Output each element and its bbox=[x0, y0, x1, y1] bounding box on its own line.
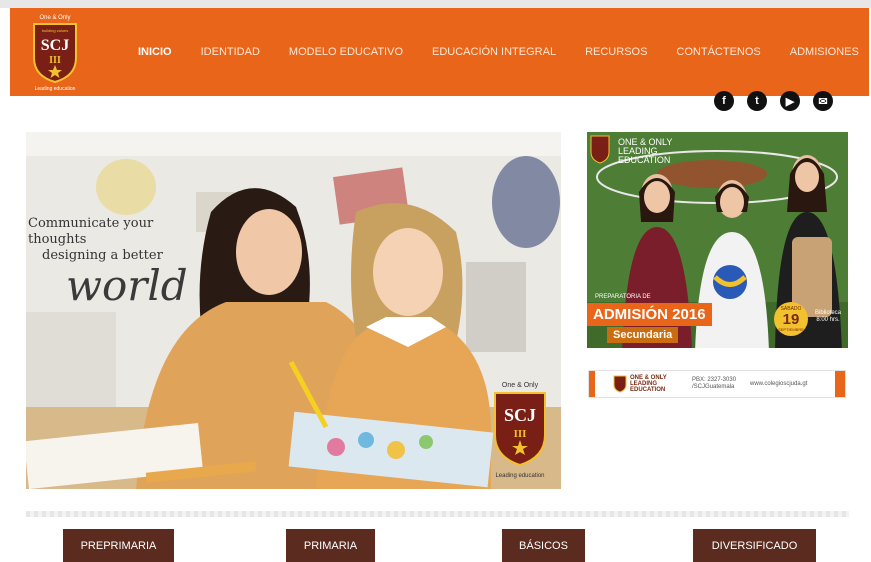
logo-tagline: Leading education bbox=[35, 86, 76, 92]
svg-text:III: III bbox=[514, 428, 527, 440]
admission-ad-date: SÁBADO 19 SEPTIEMBRE bbox=[774, 302, 808, 336]
main-navigation: INICIO IDENTIDAD MODELO EDUCATIVO EDUCAC… bbox=[138, 8, 871, 96]
admission-ad-subtitle: Secundaria bbox=[607, 327, 679, 343]
hero-crest-badge: One & Only SCJ III Leading education bbox=[494, 382, 546, 479]
hero-tagline: Communicate your thoughts designing a be… bbox=[28, 216, 208, 308]
admission-ad-date-day: 19 bbox=[782, 311, 800, 328]
logo-monogram: SCJ bbox=[41, 37, 69, 54]
admission-ad[interactable]: ONE & ONLY LEADING EDUCATION PREPARATORI… bbox=[587, 132, 848, 348]
twitter-icon[interactable]: t bbox=[747, 91, 767, 111]
nav-item-admisiones[interactable]: ADMISIONES bbox=[790, 46, 859, 58]
browser-top-strip bbox=[0, 0, 871, 8]
logo-top-text: One & Only bbox=[39, 15, 70, 21]
admission-ad-header: ONE & ONLY LEADING EDUCATION bbox=[614, 138, 678, 165]
contact-banner[interactable]: ONE & ONLY LEADING EDUCATION PBX: 2327-3… bbox=[588, 370, 846, 398]
hero-tagline-line-1: Communicate your thoughts bbox=[28, 216, 154, 247]
nav-item-identidad[interactable]: IDENTIDAD bbox=[201, 46, 260, 58]
banner-brand: ONE & ONLY LEADING EDUCATION bbox=[630, 375, 667, 393]
level-button-preprimaria[interactable]: PREPRIMARIA bbox=[63, 529, 174, 562]
email-icon[interactable]: ✉ bbox=[813, 91, 833, 111]
level-button-basicos[interactable]: BÁSICOS bbox=[502, 529, 585, 562]
banner-phone: PBX: 2327-3030 bbox=[692, 377, 737, 383]
logo-motto: building values bbox=[42, 28, 68, 33]
banner-facebook: /SCJGuatemala bbox=[692, 384, 735, 390]
hero-badge-top: One & Only bbox=[502, 382, 539, 389]
youtube-icon[interactable]: ▶ bbox=[780, 91, 800, 111]
site-header: One & Only building values SCJ III Leadi… bbox=[10, 8, 869, 96]
banner-website: www.colegioscjuda.gt bbox=[750, 381, 808, 387]
hero-tagline-world: world bbox=[66, 261, 188, 310]
nav-item-recursos[interactable]: RECURSOS bbox=[585, 46, 647, 58]
banner-crest-icon bbox=[613, 375, 627, 393]
hero-badge-tagline: Leading education bbox=[495, 473, 544, 479]
nav-item-modelo-educativo[interactable]: MODELO EDUCATIVO bbox=[289, 46, 403, 58]
level-button-diversificado[interactable]: DIVERSIFICADO bbox=[693, 529, 816, 562]
level-button-primaria[interactable]: PRIMARIA bbox=[286, 529, 375, 562]
social-links: f t ▶ ✉ bbox=[714, 91, 846, 111]
svg-text:SCJ: SCJ bbox=[504, 405, 536, 425]
nav-item-contactenos[interactable]: CONTÁCTENOS bbox=[676, 46, 760, 58]
admission-ad-location: Biblioteca 8:00 hrs. bbox=[814, 310, 841, 323]
hero-photo bbox=[26, 132, 561, 489]
nav-item-inicio[interactable]: INICIO bbox=[138, 46, 172, 58]
banner-contact: PBX: 2327-3030 /SCJGuatemala bbox=[692, 377, 742, 391]
hero-slider[interactable]: Communicate your thoughts designing a be… bbox=[26, 132, 561, 489]
admission-ad-date-suffix: SEPTIEMBRE bbox=[778, 327, 804, 332]
section-divider bbox=[26, 511, 849, 517]
nav-item-educacion-integral[interactable]: EDUCACIÓN INTEGRAL bbox=[432, 46, 556, 58]
logo-numeral: III bbox=[49, 55, 61, 66]
facebook-icon[interactable]: f bbox=[714, 91, 734, 111]
admission-ad-pre-label: PREPARATORIA DE bbox=[595, 294, 651, 300]
admission-ad-title: ADMISIÓN 2016 bbox=[587, 303, 712, 326]
scj-crest-logo[interactable]: One & Only building values SCJ III Leadi… bbox=[26, 12, 84, 92]
admission-ad-brand: ONE & ONLY LEADING EDUCATION bbox=[618, 137, 673, 165]
